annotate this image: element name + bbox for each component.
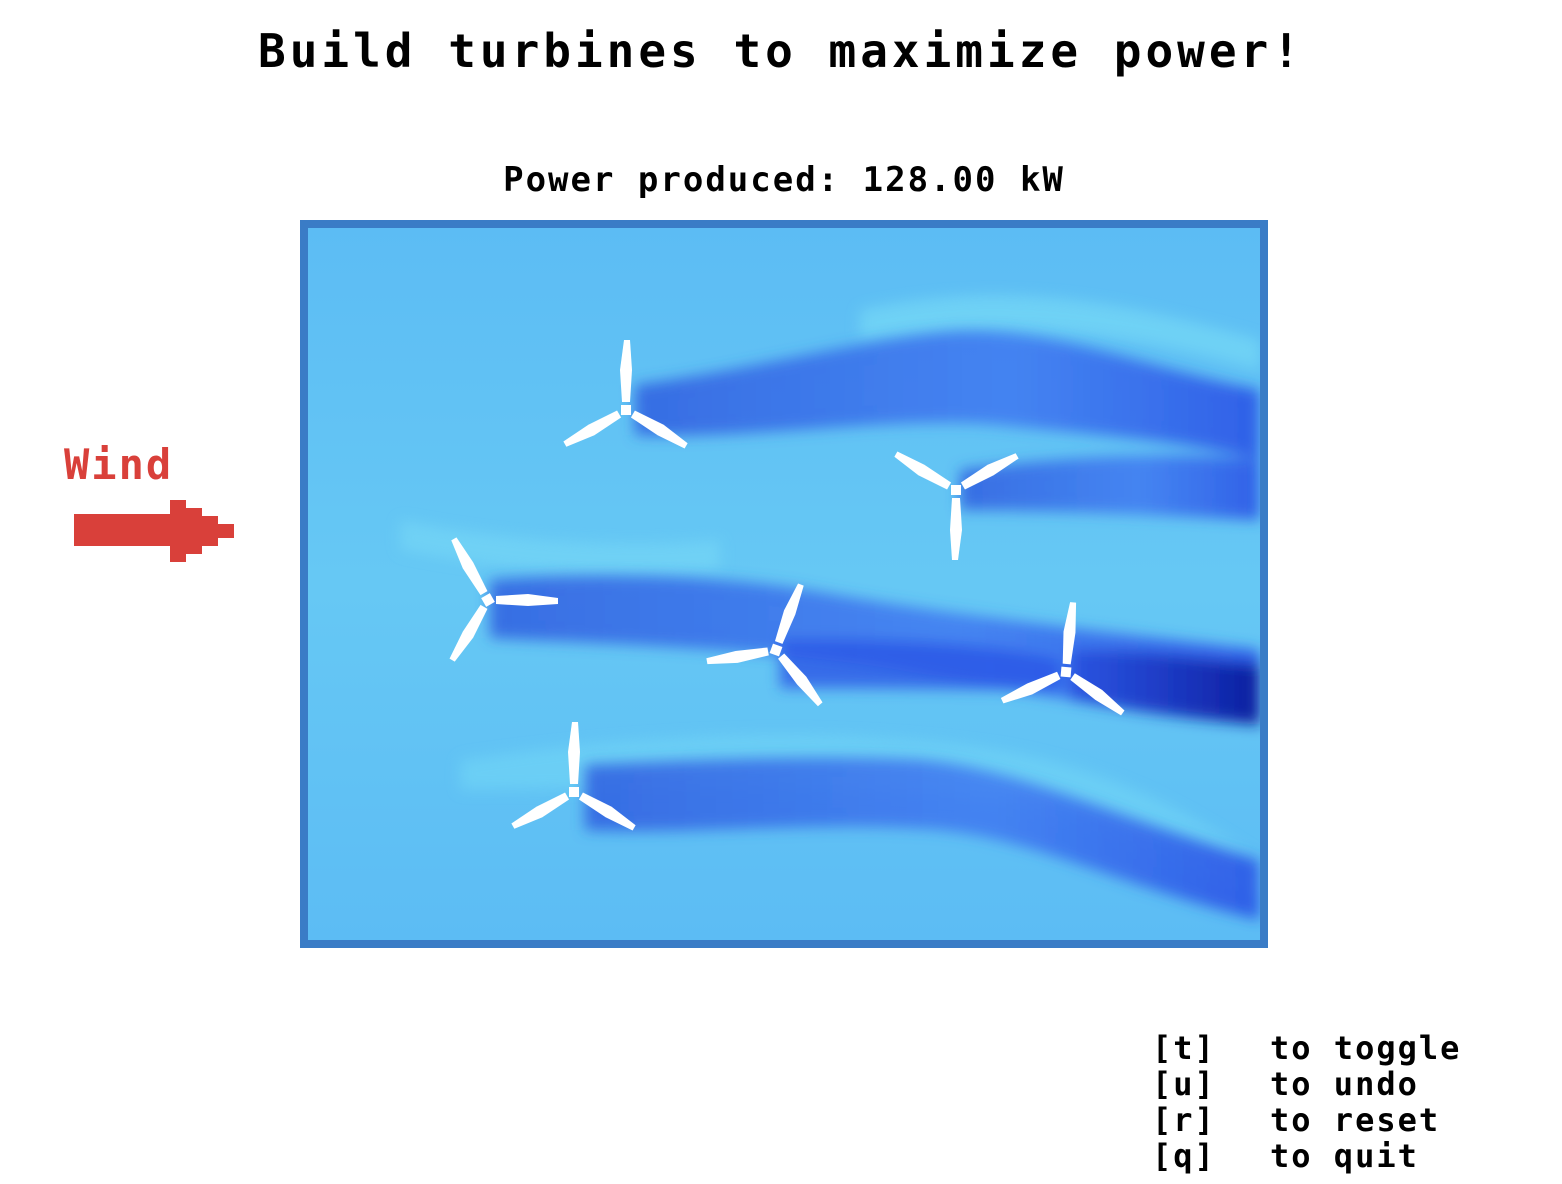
control-reset: [r] to reset <box>1152 1102 1461 1138</box>
power-readout: Power produced: 128.00 kW <box>300 160 1268 200</box>
control-key: [t] <box>1152 1029 1216 1067</box>
controls-help: [t] to toggle [u] to undo [r] to reset [q] t… <box>1152 1030 1461 1174</box>
control-key: [q] <box>1152 1137 1216 1175</box>
power-label: Power produced: <box>503 160 841 200</box>
page-title: Build turbines to maximize power! <box>258 24 1304 78</box>
wind-arrow-icon <box>74 500 234 562</box>
control-text: to reset <box>1270 1101 1441 1139</box>
wind-farm-field[interactable] <box>300 220 1268 948</box>
control-undo: [u] to undo <box>1152 1066 1461 1102</box>
control-text: to toggle <box>1270 1029 1462 1067</box>
control-text: to undo <box>1270 1065 1419 1103</box>
control-toggle: [t] to toggle <box>1152 1030 1461 1066</box>
wind-label: Wind <box>64 440 174 489</box>
control-quit: [q] to quit <box>1152 1138 1461 1174</box>
power-value: 128.00 <box>862 160 998 200</box>
control-key: [u] <box>1152 1065 1216 1103</box>
power-unit: kW <box>1019 160 1065 200</box>
control-key: [r] <box>1152 1101 1216 1139</box>
control-text: to quit <box>1270 1137 1419 1175</box>
